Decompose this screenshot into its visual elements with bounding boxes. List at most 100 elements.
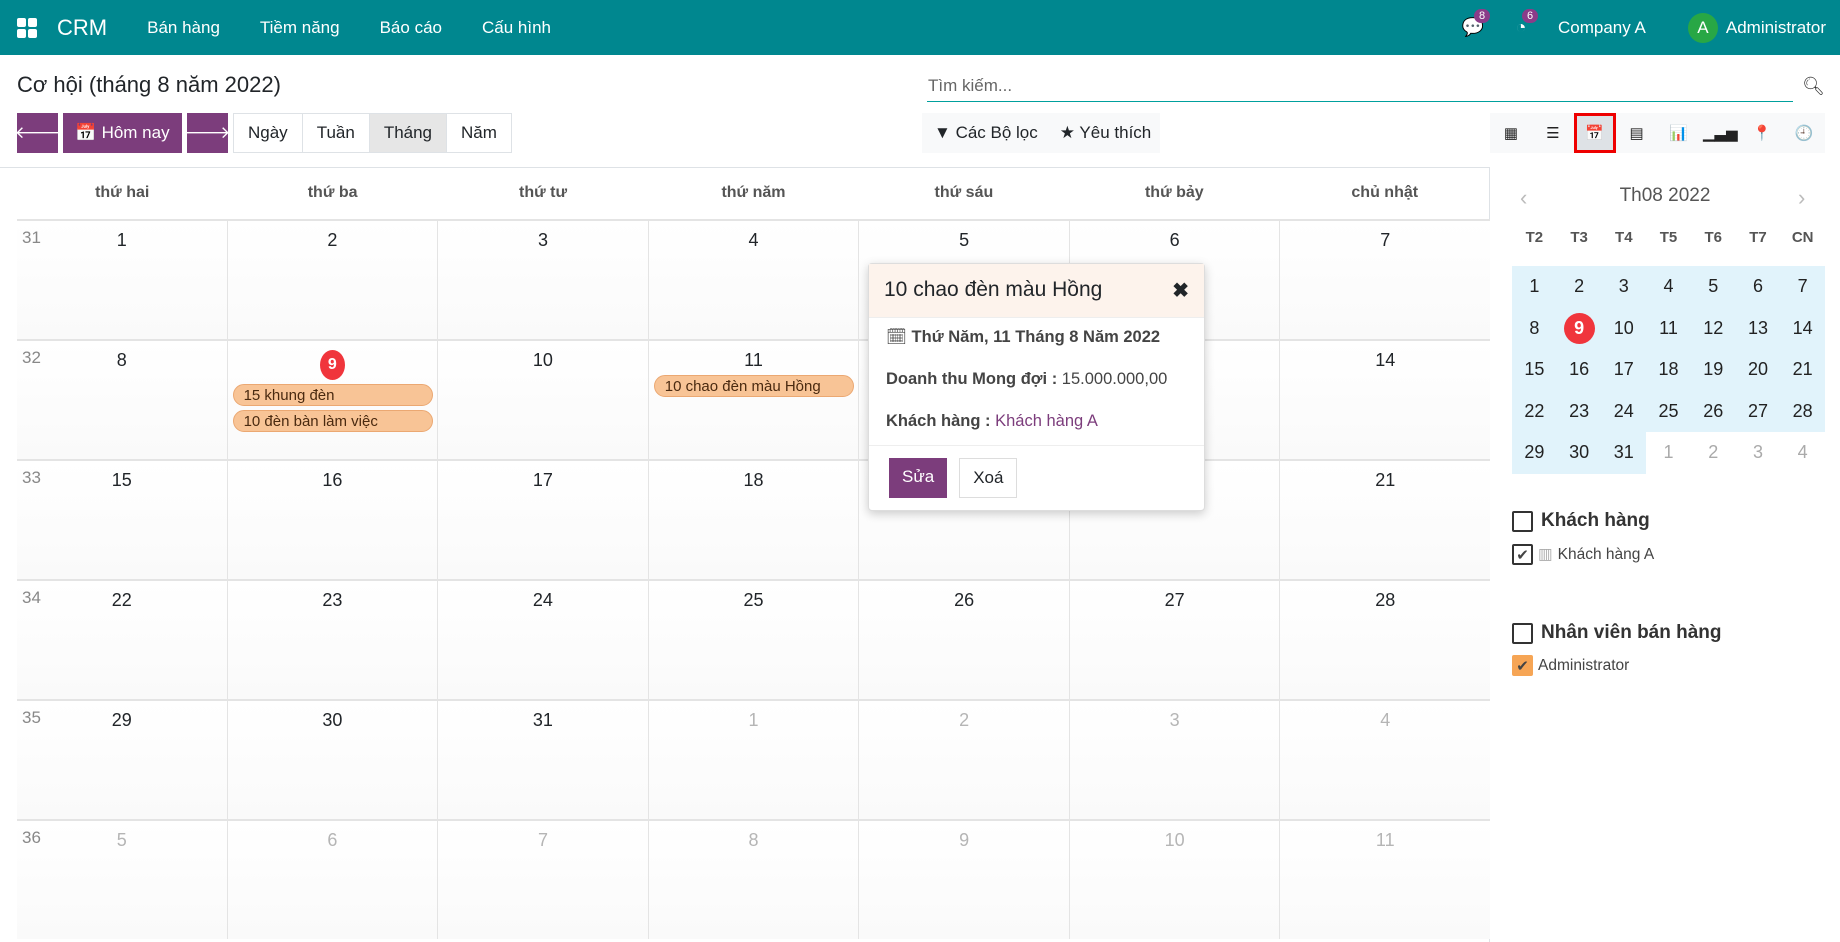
filters-button[interactable]: ▼ Các Bộ lọc — [934, 123, 1038, 143]
mini-day[interactable]: 16 — [1556, 349, 1602, 391]
pivot-view-icon[interactable]: ▤ — [1616, 113, 1658, 153]
day-cell[interactable]: 21 — [1279, 461, 1491, 579]
day-cell[interactable]: 8 — [647, 821, 859, 939]
scale-day[interactable]: Ngày — [234, 114, 303, 152]
mini-day[interactable]: 23 — [1556, 390, 1602, 432]
customer-a-checkbox[interactable]: ✔ — [1512, 544, 1533, 565]
mini-day[interactable]: 17 — [1601, 349, 1647, 391]
mini-day[interactable]: 25 — [1646, 390, 1691, 432]
mini-day[interactable]: 18 — [1646, 349, 1691, 391]
day-cell[interactable]: 9 — [858, 821, 1069, 939]
mini-day[interactable]: 3 — [1736, 432, 1781, 474]
mini-day[interactable]: 11 — [1646, 307, 1691, 349]
day-cell[interactable]: 11 — [1279, 821, 1491, 939]
activity-clock-icon[interactable]: 🕘 — [1783, 113, 1825, 153]
mini-day[interactable]: 19 — [1690, 349, 1736, 391]
administrator-checkbox[interactable]: ✔ — [1512, 655, 1533, 676]
calendar-event[interactable]: 15 khung đèn — [232, 384, 434, 406]
menu-leads[interactable]: Tiềm năng — [260, 18, 340, 38]
day-cell[interactable]: 26 — [858, 581, 1069, 699]
day-cell[interactable]: 36 5 — [17, 821, 227, 939]
day-cell[interactable]: 14 — [1279, 341, 1491, 459]
next-button[interactable]: 🡒 — [185, 113, 230, 153]
mini-day[interactable]: 10 — [1601, 307, 1647, 349]
day-cell[interactable]: 1 — [647, 701, 859, 819]
kanban-view-icon[interactable]: ▦ — [1490, 113, 1532, 153]
list-view-icon[interactable]: ☰ — [1532, 113, 1574, 153]
day-cell[interactable]: 10 — [1068, 821, 1280, 939]
day-cell[interactable]: 31 1 — [17, 221, 227, 339]
day-cell[interactable]: 4 — [647, 221, 859, 339]
mini-day[interactable]: 9 — [1556, 307, 1602, 349]
search-input[interactable]: Tìm kiếm... — [927, 72, 1793, 102]
customer-all-checkbox[interactable] — [1512, 510, 1533, 532]
close-icon[interactable]: ✖ — [1172, 278, 1189, 303]
mini-day[interactable]: 2 — [1691, 432, 1736, 474]
day-cell[interactable]: 35 29 — [17, 701, 227, 819]
menu-sales[interactable]: Bán hàng — [147, 18, 220, 38]
mini-day[interactable]: 28 — [1780, 390, 1826, 432]
day-cell[interactable]: 16 — [226, 461, 438, 579]
scale-year[interactable]: Năm — [447, 114, 511, 152]
mini-day[interactable]: 30 — [1556, 432, 1602, 474]
scale-week[interactable]: Tuần — [303, 114, 370, 152]
mini-day[interactable]: 14 — [1780, 307, 1826, 349]
mini-day[interactable]: 29 — [1512, 432, 1557, 474]
calendar-event[interactable]: 10 đèn bàn làm việc — [232, 410, 434, 432]
day-cell[interactable]: 6 — [226, 821, 438, 939]
mini-day[interactable]: 21 — [1780, 349, 1826, 391]
mini-day[interactable]: 6 — [1735, 266, 1781, 308]
mini-day[interactable]: 1 — [1512, 266, 1557, 308]
user-menu[interactable]: Administrator — [1726, 18, 1826, 38]
mini-day[interactable]: 7 — [1780, 266, 1826, 308]
company-switcher[interactable]: Company A — [1558, 18, 1646, 38]
mini-day[interactable]: 15 — [1512, 349, 1557, 391]
favorites-button[interactable]: ★ Yêu thích — [1060, 123, 1151, 143]
mini-next-icon[interactable]: › — [1798, 185, 1805, 211]
scale-month[interactable]: Tháng — [369, 114, 448, 152]
mini-day[interactable]: 13 — [1735, 307, 1781, 349]
day-cell[interactable]: 28 — [1279, 581, 1491, 699]
mini-day[interactable]: 20 — [1735, 349, 1781, 391]
messages-icon[interactable]: 💬 8 — [1462, 8, 1491, 39]
mini-day[interactable]: 27 — [1735, 390, 1781, 432]
app-name[interactable]: CRM — [57, 15, 107, 41]
customer-link[interactable]: Khách hàng A — [995, 412, 1098, 430]
day-cell[interactable]: 11 10 chao đèn màu Hồng — [647, 341, 859, 459]
mini-day[interactable]: 24 — [1601, 390, 1647, 432]
calendar-event[interactable]: 10 chao đèn màu Hồng — [653, 375, 855, 397]
day-cell[interactable]: 7 — [437, 821, 648, 939]
day-cell[interactable]: 4 — [1279, 701, 1491, 819]
day-cell[interactable]: 3 — [437, 221, 648, 339]
day-cell[interactable]: 30 — [226, 701, 438, 819]
day-cell[interactable]: 27 — [1068, 581, 1280, 699]
day-cell[interactable]: 25 — [647, 581, 859, 699]
day-cell[interactable]: 33 15 — [17, 461, 227, 579]
day-cell[interactable]: 18 — [647, 461, 859, 579]
map-pin-icon[interactable]: 📍 — [1741, 113, 1783, 153]
sales-all-checkbox[interactable] — [1512, 622, 1533, 644]
day-cell[interactable]: 10 — [437, 341, 648, 459]
day-cell[interactable]: 2 — [226, 221, 438, 339]
mini-day[interactable]: 4 — [1780, 432, 1825, 474]
day-cell[interactable]: 17 — [437, 461, 648, 579]
today-button[interactable]: 📅 Hôm nay — [63, 113, 182, 153]
mini-day[interactable]: 12 — [1690, 307, 1736, 349]
menu-config[interactable]: Cấu hình — [482, 18, 551, 38]
day-cell[interactable]: 7 — [1279, 221, 1491, 339]
mini-day[interactable]: 2 — [1556, 266, 1602, 308]
day-cell[interactable]: 32 8 — [17, 341, 227, 459]
calendar-view-icon[interactable]: 📅 — [1573, 113, 1616, 153]
search-icon[interactable]: 🔍︎ — [1802, 76, 1825, 97]
mini-day[interactable]: 4 — [1646, 266, 1691, 308]
cohort-view-icon[interactable]: ▁▃▅ — [1699, 113, 1741, 153]
prev-button[interactable]: 🡐 — [15, 113, 60, 153]
day-cell[interactable]: 2 — [858, 701, 1069, 819]
mini-day[interactable]: 31 — [1601, 432, 1647, 474]
day-cell[interactable]: 24 — [437, 581, 648, 699]
avatar[interactable]: A — [1687, 12, 1718, 43]
graph-view-icon[interactable]: 📊 — [1658, 113, 1700, 153]
day-cell[interactable]: 34 22 — [17, 581, 227, 699]
mini-day[interactable]: 5 — [1690, 266, 1736, 308]
day-cell[interactable]: 9 15 khung đèn 10 đèn bàn làm việc — [226, 341, 438, 459]
